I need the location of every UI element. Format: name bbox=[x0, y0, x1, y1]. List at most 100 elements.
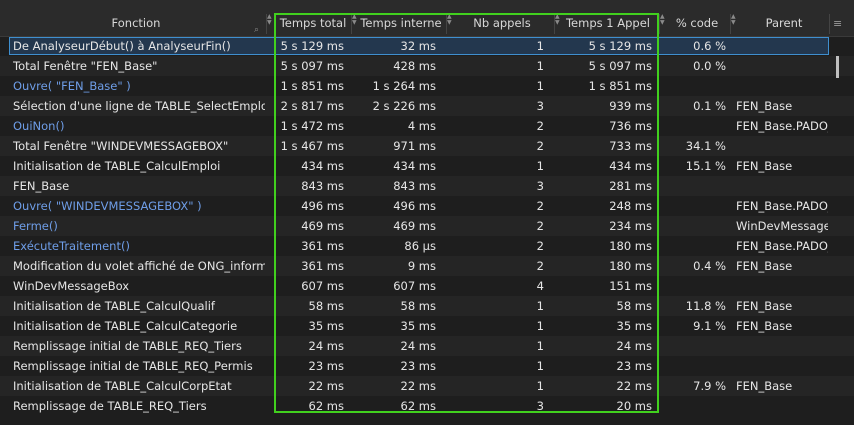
table-row[interactable]: Ferme() 469 ms 469 ms 2 234 ms WinDevMessageB bbox=[0, 216, 854, 236]
cell-fonction: Initialisation de TABLE_CalculEmploi bbox=[13, 159, 221, 173]
table-row[interactable]: WinDevMessageBox 607 ms 607 ms 4 151 ms bbox=[0, 276, 854, 296]
table-header: Fonction ⌕ ▲ ▼ Temps total ▲ ▼ Temps inter… bbox=[0, 0, 854, 37]
cell-temps-total: 607 ms bbox=[301, 279, 344, 293]
search-icon[interactable]: ⌕ bbox=[254, 25, 259, 35]
table-row[interactable]: OuiNon() 1 s 472 ms 4 ms 2 736 ms FEN_Base.PA… bbox=[0, 116, 854, 136]
cell-temps-interne: 971 ms bbox=[393, 139, 436, 153]
cell-fonction: Remplissage initial de TABLE_REQ_Tiers bbox=[13, 339, 242, 353]
column-header-nb-appels[interactable]: Nb appels bbox=[452, 12, 552, 34]
cell-temps-1-appel: 736 ms bbox=[609, 119, 652, 133]
cell-nb-appels: 2 bbox=[536, 139, 544, 153]
cell-nb-appels: 2 bbox=[536, 119, 544, 133]
cell-fonction: Ouvre( "WINDEVMESSAGEBOX" ) bbox=[13, 199, 202, 213]
cell-fonction: FEN_Base bbox=[13, 179, 70, 193]
table-row[interactable]: Initialisation de TABLE_CalculCorpEtat 22… bbox=[0, 376, 854, 396]
cell-temps-interne: 62 ms bbox=[400, 399, 436, 413]
cell-parent bbox=[736, 396, 828, 416]
cell-temps-total: 58 ms bbox=[308, 299, 344, 313]
cell-nb-appels: 2 bbox=[536, 199, 544, 213]
cell-temps-1-appel: 5 s 097 ms bbox=[588, 59, 652, 73]
cell-temps-1-appel: 151 ms bbox=[609, 279, 652, 293]
cell-temps-interne: 1 s 264 ms bbox=[372, 79, 436, 93]
column-menu-icon[interactable]: ≡ bbox=[833, 17, 843, 30]
cell-pct-code: 15.1 % bbox=[685, 159, 726, 173]
cell-nb-appels: 3 bbox=[536, 179, 544, 193]
cell-pct-code bbox=[666, 196, 726, 216]
column-header-parent[interactable]: Parent bbox=[738, 12, 830, 34]
cell-temps-total: 5 s 097 ms bbox=[280, 59, 344, 73]
cell-temps-total: 1 s 467 ms bbox=[280, 139, 344, 153]
cell-fonction: OuiNon() bbox=[13, 119, 65, 133]
cell-parent bbox=[736, 276, 828, 296]
cell-temps-1-appel: 248 ms bbox=[609, 199, 652, 213]
column-header-fonction[interactable]: Fonction bbox=[10, 12, 262, 34]
cell-fonction: Sélection d'une ligne de TABLE_SelectEmp… bbox=[13, 99, 265, 113]
cell-temps-interne: 32 ms bbox=[400, 39, 436, 53]
cell-nb-appels: 1 bbox=[536, 159, 544, 173]
cell-temps-interne: 23 ms bbox=[400, 359, 436, 373]
cell-temps-1-appel: 1 s 851 ms bbox=[588, 79, 652, 93]
table-row[interactable]: Remplissage de TABLE_REQ_Tiers 62 ms 62 ms… bbox=[0, 396, 854, 416]
table-row[interactable]: Ouvre( "FEN_Base" ) 1 s 851 ms 1 s 264 ms 1… bbox=[0, 76, 854, 96]
table-row[interactable]: Remplissage initial de TABLE_REQ_Tiers 24… bbox=[0, 336, 854, 356]
table-row[interactable]: Total Fenêtre "FEN_Base" 5 s 097 ms 428 ms… bbox=[0, 56, 854, 76]
cell-parent: FEN_Base bbox=[736, 299, 793, 313]
cell-pct-code: 0.4 % bbox=[693, 259, 726, 273]
cell-temps-total: 24 ms bbox=[308, 339, 344, 353]
cell-pct-code bbox=[666, 276, 726, 296]
column-divider[interactable] bbox=[829, 14, 830, 34]
cell-temps-interne: 58 ms bbox=[400, 299, 436, 313]
table-row[interactable]: Initialisation de TABLE_CalculQualif 58 m… bbox=[0, 296, 854, 316]
vertical-scrollbar[interactable] bbox=[836, 56, 839, 78]
column-header-temps-interne[interactable]: Temps interne bbox=[358, 12, 444, 34]
cell-parent: FEN_Base.PADO_ bbox=[736, 119, 828, 133]
cell-temps-1-appel: 180 ms bbox=[609, 259, 652, 273]
table-row[interactable]: FEN_Base 843 ms 843 ms 3 281 ms bbox=[0, 176, 854, 196]
cell-temps-total: 62 ms bbox=[308, 399, 344, 413]
cell-nb-appels: 1 bbox=[536, 299, 544, 313]
column-header-temps-1-appel[interactable]: Temps 1 Appel bbox=[560, 12, 656, 34]
cell-nb-appels: 3 bbox=[536, 99, 544, 113]
cell-pct-code: 7.9 % bbox=[693, 379, 726, 393]
cell-temps-1-appel: 281 ms bbox=[609, 179, 652, 193]
table-row-selected[interactable]: De AnalyseurDébut() à AnalyseurFin() 5 s … bbox=[0, 36, 854, 56]
cell-fonction: Ouvre( "FEN_Base" ) bbox=[13, 79, 131, 93]
cell-fonction: WinDevMessageBox bbox=[13, 279, 130, 293]
cell-nb-appels: 1 bbox=[536, 39, 544, 53]
table-row[interactable]: Remplissage initial de TABLE_REQ_Permis 2… bbox=[0, 356, 854, 376]
table-row[interactable]: Sélection d'une ligne de TABLE_SelectEmp… bbox=[0, 96, 854, 116]
cell-temps-total: 23 ms bbox=[308, 359, 344, 373]
cell-fonction: De AnalyseurDébut() à AnalyseurFin() bbox=[13, 39, 231, 53]
cell-fonction: Initialisation de TABLE_CalculCategorie bbox=[13, 319, 238, 333]
cell-pct-code bbox=[666, 76, 726, 96]
sort-arrows-icon: ▲ ▼ bbox=[447, 13, 452, 26]
cell-parent: FEN_Base.PADO_ bbox=[736, 199, 828, 213]
cell-pct-code: 11.8 % bbox=[685, 299, 726, 313]
cell-fonction: Initialisation de TABLE_CalculQualif bbox=[13, 299, 215, 313]
cell-temps-total: 5 s 129 ms bbox=[280, 39, 344, 53]
column-header-temps-total[interactable]: Temps total bbox=[276, 12, 350, 34]
table-row[interactable]: Modification du volet affiché de ONG_inf… bbox=[0, 256, 854, 276]
cell-temps-1-appel: 733 ms bbox=[609, 139, 652, 153]
cell-pct-code bbox=[666, 356, 726, 376]
cell-nb-appels: 1 bbox=[536, 359, 544, 373]
cell-temps-total: 35 ms bbox=[308, 319, 344, 333]
cell-pct-code bbox=[666, 236, 726, 256]
table-row[interactable]: ExécuteTraitement() 361 ms 86 µs 2 180 ms FEN… bbox=[0, 236, 854, 256]
cell-pct-code bbox=[666, 396, 726, 416]
cell-fonction: Total Fenêtre "WINDEVMESSAGEBOX" bbox=[13, 139, 229, 153]
cell-temps-total: 361 ms bbox=[301, 239, 344, 253]
cell-fonction: Remplissage initial de TABLE_REQ_Permis bbox=[13, 359, 253, 373]
cell-temps-1-appel: 35 ms bbox=[616, 319, 652, 333]
cell-temps-1-appel: 58 ms bbox=[616, 299, 652, 313]
sort-arrows-icon: ▲ ▼ bbox=[555, 13, 560, 26]
table-row[interactable]: Total Fenêtre "WINDEVMESSAGEBOX" 1 s 467 … bbox=[0, 136, 854, 156]
table-row[interactable]: Initialisation de TABLE_CalculEmploi 434 … bbox=[0, 156, 854, 176]
column-header-pct-code[interactable]: % code bbox=[666, 12, 728, 34]
table-row[interactable]: Initialisation de TABLE_CalculCategorie 3… bbox=[0, 316, 854, 336]
cell-nb-appels: 1 bbox=[536, 79, 544, 93]
cell-pct-code bbox=[666, 176, 726, 196]
cell-pct-code: 0.0 % bbox=[693, 59, 726, 73]
cell-temps-1-appel: 5 s 129 ms bbox=[588, 39, 652, 53]
table-row[interactable]: Ouvre( "WINDEVMESSAGEBOX" ) 496 ms 496 ms 2… bbox=[0, 196, 854, 216]
